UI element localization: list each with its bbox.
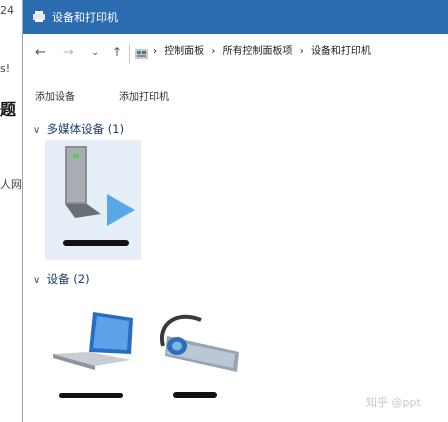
breadcrumb: › 控制面板 › 所有控制面板项 › 设备和打印机 — [153, 42, 375, 57]
media-server-icon — [65, 146, 135, 226]
redacted-device-name — [63, 240, 129, 246]
device-tile-media-server[interactable] — [45, 140, 141, 260]
breadcrumb-separator: › — [299, 46, 304, 57]
background-text: 24 — [0, 4, 14, 17]
devices-printers-window: 设备和打印机 ← → ⌄ ↑ › 控制面板 › 所有控制面板项 › 设备和打印机… — [22, 0, 448, 422]
background-window: 24 s! 题 人网 — [0, 0, 22, 422]
group-header-devices[interactable]: ∨ 设备 (2) — [33, 271, 90, 287]
redacted-device-name — [173, 392, 217, 398]
up-arrow-icon[interactable]: ↑ — [112, 45, 122, 59]
recent-locations-icon[interactable]: ⌄ — [91, 47, 99, 58]
background-text: 人网 — [0, 178, 22, 191]
breadcrumb-item-devices-printers[interactable]: 设备和打印机 — [311, 46, 371, 57]
device-tile-laptop[interactable] — [45, 308, 135, 408]
window-title: 设备和打印机 — [52, 11, 118, 24]
background-text: s! — [0, 62, 11, 75]
printer-icon — [33, 11, 45, 22]
breadcrumb-separator: › — [211, 46, 216, 57]
control-panel-icon — [135, 49, 148, 59]
group-label: 多媒体设备 (1) — [46, 122, 125, 136]
chevron-down-icon: ∨ — [33, 275, 41, 286]
device-tile-headset[interactable] — [147, 306, 247, 408]
watermark: 知乎 @ppt — [366, 396, 421, 409]
breadcrumb-item-all-items[interactable]: 所有控制面板项 — [223, 46, 293, 57]
breadcrumb-item-control-panel[interactable]: 控制面板 — [164, 46, 204, 57]
add-printer-button[interactable]: 添加打印机 — [119, 88, 169, 103]
back-arrow-icon[interactable]: ← — [35, 45, 46, 60]
divider — [129, 44, 130, 64]
headset-icon — [159, 314, 239, 372]
command-bar: 添加设备 添加打印机 — [23, 80, 448, 106]
title-bar[interactable]: 设备和打印机 — [23, 0, 448, 34]
add-device-button[interactable]: 添加设备 — [35, 88, 75, 103]
forward-arrow-icon[interactable]: → — [63, 45, 74, 60]
background-text: 题 — [0, 100, 17, 119]
group-label: 设备 (2) — [46, 272, 90, 286]
breadcrumb-separator: › — [153, 46, 157, 57]
laptop-icon — [53, 312, 133, 370]
chevron-down-icon: ∨ — [33, 125, 41, 136]
group-header-multimedia[interactable]: ∨ 多媒体设备 (1) — [33, 121, 124, 137]
redacted-device-name — [59, 393, 123, 398]
